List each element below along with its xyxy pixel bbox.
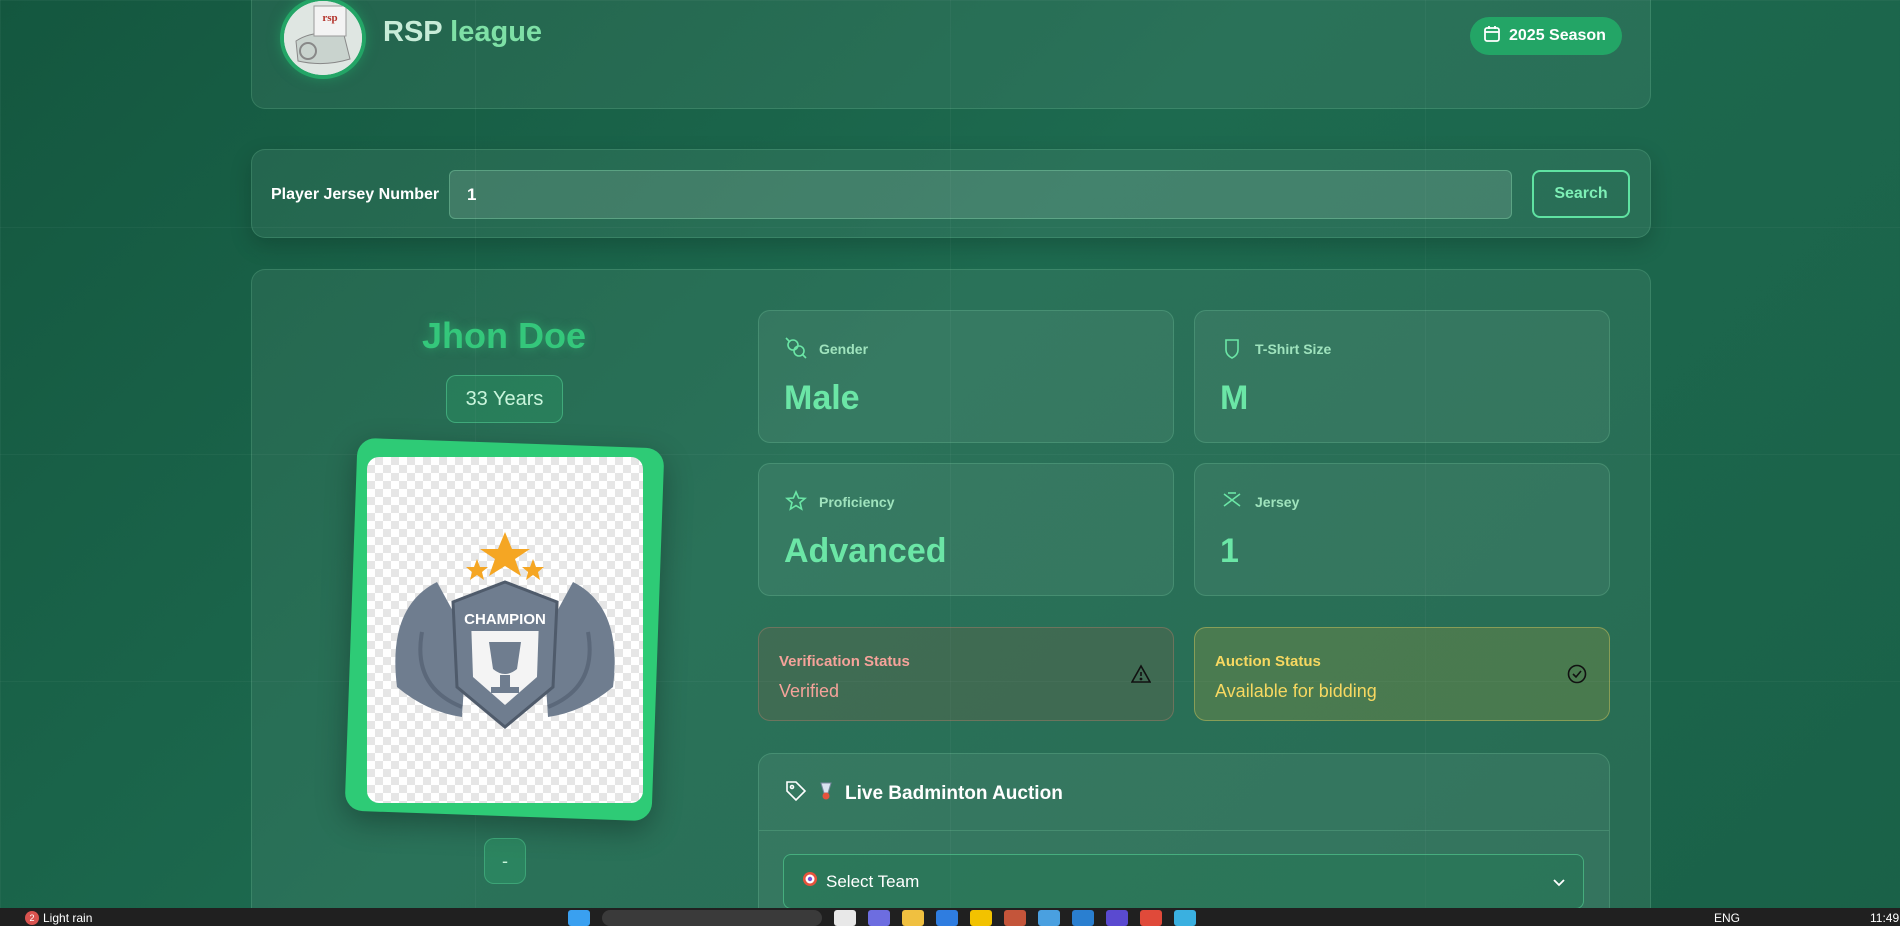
- gender-label: Gender: [819, 341, 869, 357]
- taskbar-apps: [568, 910, 1196, 926]
- target-icon: [802, 871, 818, 892]
- weather-widget[interactable]: 2 Light rain: [25, 911, 92, 925]
- start-icon[interactable]: [568, 910, 590, 926]
- league-logo: rsp: [280, 0, 366, 79]
- shuttlecock-icon: [817, 781, 835, 806]
- jersey-number-input[interactable]: [449, 170, 1512, 219]
- os-taskbar: 2 Light rain ENG 11:49: [0, 908, 1900, 926]
- season-badge[interactable]: 2025 Season: [1470, 17, 1622, 55]
- folder-icon[interactable]: [902, 910, 924, 926]
- chevron-down-icon: [1553, 872, 1565, 892]
- auction-status-card: Auction Status Available for bidding: [1194, 627, 1610, 721]
- app-title-main: RSP: [383, 16, 443, 48]
- gender-card: Gender Male: [758, 310, 1174, 443]
- task-view-icon[interactable]: [834, 910, 856, 926]
- divider: [759, 830, 1609, 831]
- star-large-icon: [480, 532, 530, 576]
- star-icon: [784, 489, 808, 517]
- search-label: Player Jersey Number: [271, 186, 440, 203]
- weather-badge: 2: [25, 911, 39, 925]
- search-button[interactable]: Search: [1532, 170, 1630, 218]
- check-circle-icon: [1567, 664, 1587, 689]
- chrome-icon[interactable]: [1140, 910, 1162, 926]
- live-auction-header: Live Badminton Auction: [785, 780, 1063, 807]
- vscode-icon[interactable]: [1072, 910, 1094, 926]
- proficiency-label: Proficiency: [819, 494, 895, 510]
- auction-status-label: Auction Status: [1215, 653, 1321, 670]
- notes-icon[interactable]: [970, 910, 992, 926]
- jersey-label: Jersey: [1255, 494, 1300, 510]
- taskbar-search[interactable]: [602, 910, 822, 926]
- jersey-icon: [1221, 490, 1243, 517]
- warning-icon: [1130, 664, 1152, 689]
- app-title: RSP league: [383, 16, 542, 49]
- proficiency-card: Proficiency Advanced: [758, 463, 1174, 596]
- team-select[interactable]: Select Team: [783, 854, 1584, 909]
- tshirt-size-card: T-Shirt Size M: [1194, 310, 1610, 443]
- player-name: Jhon Doe: [421, 315, 586, 356]
- proficiency-value: Advanced: [784, 532, 947, 570]
- verification-status-card: Verification Status Verified: [758, 627, 1174, 721]
- jersey-value: 1: [1220, 532, 1239, 570]
- clock[interactable]: 11:49: [1870, 911, 1899, 925]
- jersey-card: Jersey 1: [1194, 463, 1610, 596]
- language-indicator[interactable]: ENG: [1714, 911, 1740, 925]
- svg-text:CHAMPION: CHAMPION: [464, 611, 546, 628]
- team-select-value: Select Team: [826, 871, 920, 891]
- verification-status-value: Verified: [779, 681, 840, 701]
- svg-text:rsp: rsp: [322, 12, 337, 24]
- calendar-icon: [1483, 25, 1501, 48]
- teams-icon[interactable]: [868, 910, 890, 926]
- edge-icon[interactable]: [936, 910, 958, 926]
- player-photo: CHAMPION: [367, 457, 643, 803]
- weather-label: Light rain: [43, 911, 93, 925]
- tshirt-size-label: T-Shirt Size: [1255, 341, 1332, 357]
- season-label: 2025 Season: [1509, 27, 1606, 44]
- auction-status-value: Available for bidding: [1215, 681, 1377, 701]
- live-auction-title: Live Badminton Auction: [845, 782, 1063, 804]
- player-action-button[interactable]: -: [484, 838, 526, 884]
- app-title-accent: league: [442, 16, 543, 48]
- app-icon[interactable]: [1004, 910, 1026, 926]
- phone-icon[interactable]: [1106, 910, 1128, 926]
- calendar-app-icon[interactable]: [1038, 910, 1060, 926]
- age-badge: 33 Years: [446, 375, 563, 423]
- gender-value: Male: [784, 379, 860, 417]
- gender-icon: [785, 337, 807, 364]
- tag-icon: [785, 780, 807, 807]
- verification-status-label: Verification Status: [779, 653, 910, 670]
- store-icon[interactable]: [1174, 910, 1196, 926]
- shirt-icon: [1221, 337, 1243, 364]
- tshirt-size-value: M: [1220, 379, 1249, 417]
